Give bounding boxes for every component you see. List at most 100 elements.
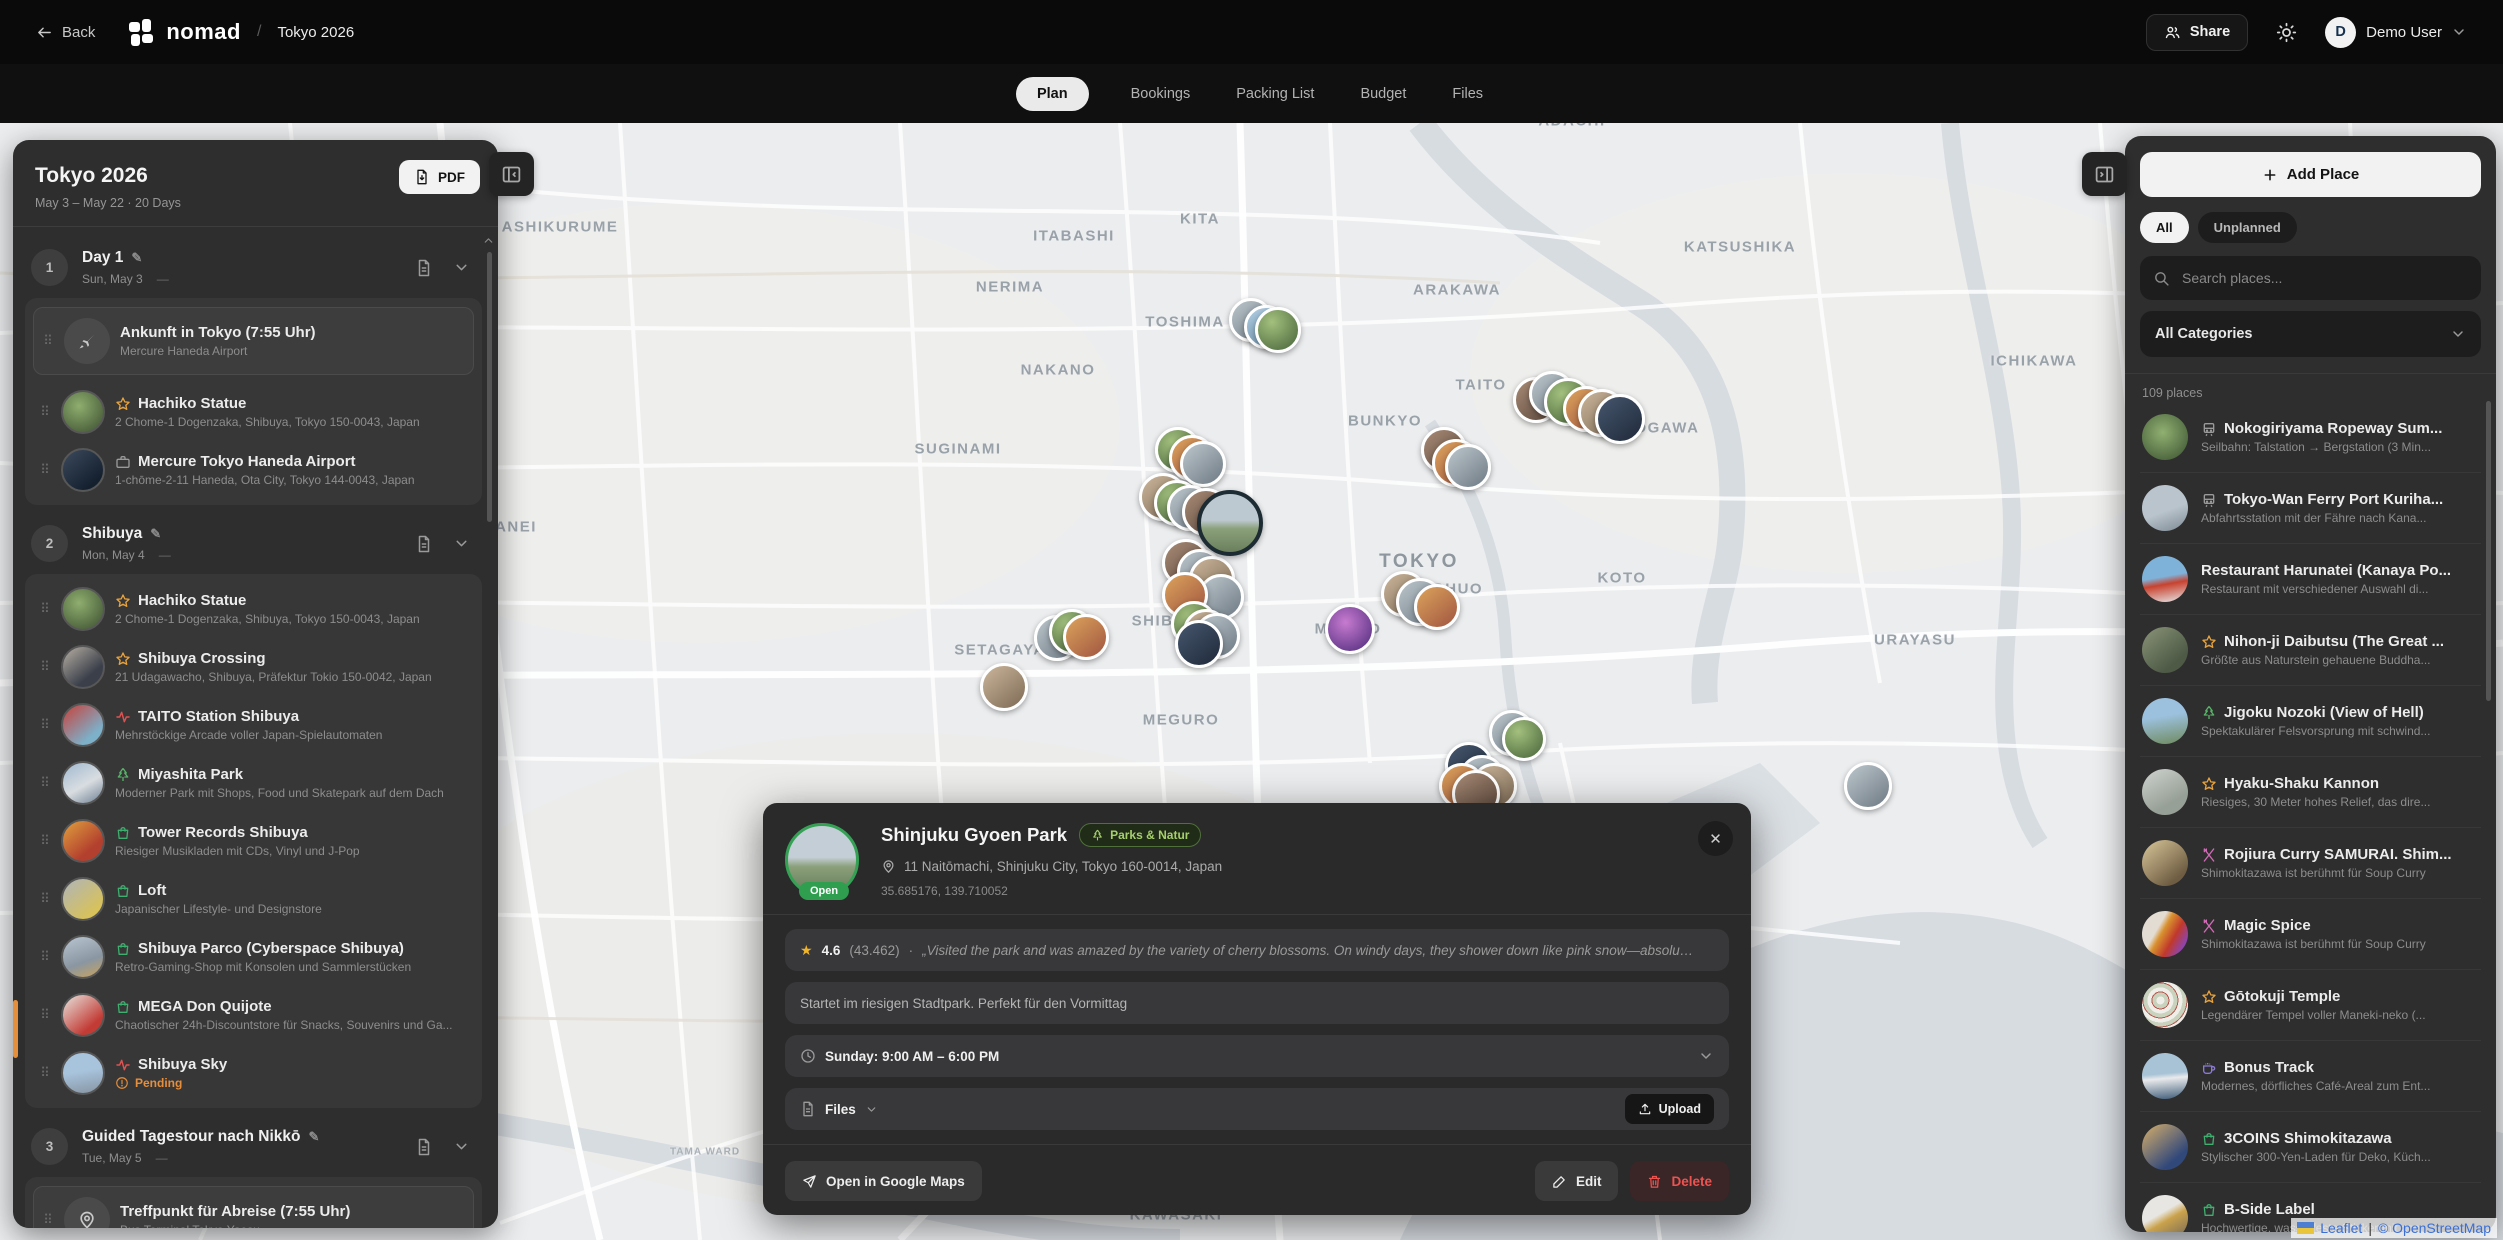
filter-unplanned[interactable]: Unplanned [2198, 212, 2297, 243]
search-box[interactable] [2140, 256, 2481, 300]
itinerary-item[interactable]: ⠿ TAITO Station Shibuya Mehrstöckige Arc… [33, 696, 474, 754]
place-subtitle: Modernes, dörfliches Café-Areal zum Ent.… [2201, 1079, 2479, 1093]
pdf-export-button[interactable]: PDF [399, 160, 480, 194]
day-notes-icon[interactable] [415, 535, 433, 553]
rating-review-bar[interactable]: ★ 4.6 (43.462) · „Visited the park and w… [785, 929, 1729, 971]
drag-handle-icon[interactable]: ⠿ [39, 1065, 51, 1081]
opening-hours-row[interactable]: Sunday: 9:00 AM – 6:00 PM [785, 1035, 1729, 1077]
drag-handle-icon[interactable]: ⠿ [39, 462, 51, 478]
tab-packing-list[interactable]: Packing List [1232, 77, 1318, 111]
map-marker[interactable] [1063, 614, 1109, 660]
place-list-item[interactable]: Rojiura Curry SAMURAI. Shim... Shimokita… [2140, 827, 2481, 898]
scroll-up-caret-icon[interactable] [482, 232, 495, 250]
chevron-down-icon[interactable] [453, 1138, 470, 1155]
itinerary-item[interactable]: ⠿ Tower Records Shibuya Riesiger Musikla… [33, 812, 474, 870]
collapse-right-panel-button[interactable] [2082, 152, 2127, 196]
drag-handle-icon[interactable]: ⠿ [39, 601, 51, 617]
drag-handle-icon[interactable]: ⠿ [39, 949, 51, 965]
left-panel-scrollbar[interactable] [487, 252, 492, 522]
itinerary-item[interactable]: ⠿ Miyashita Park Moderner Park mit Shops… [33, 754, 474, 812]
filter-all[interactable]: All [2140, 212, 2189, 243]
chevron-down-icon[interactable] [453, 535, 470, 552]
close-button[interactable]: ✕ [1698, 821, 1733, 856]
add-place-button[interactable]: Add Place [2140, 152, 2481, 197]
drag-handle-icon[interactable]: ⠿ [39, 833, 51, 849]
itinerary-item[interactable]: ⠿ Shibuya Crossing 21 Udagawacho, Shibuy… [33, 638, 474, 696]
day-header-3[interactable]: 3 Guided Tagestour nach Nikkō✎ Tue, May … [25, 1114, 482, 1177]
drag-handle-icon[interactable]: ⠿ [39, 659, 51, 675]
drag-handle-icon[interactable]: ⠿ [42, 1212, 54, 1228]
open-in-google-maps-button[interactable]: Open in Google Maps [785, 1161, 982, 1201]
itinerary-item[interactable]: ⠿ Mercure Tokyo Haneda Airport 1-chōme-2… [33, 441, 474, 499]
place-list-item[interactable]: Restaurant Harunatei (Kanaya Po... Resta… [2140, 543, 2481, 614]
files-row[interactable]: Files Upload [785, 1088, 1729, 1130]
drag-handle-icon[interactable]: ⠿ [39, 717, 51, 733]
day-notes-icon[interactable] [415, 1138, 433, 1156]
chevron-down-icon[interactable] [453, 259, 470, 276]
chevron-down-icon[interactable] [865, 1103, 878, 1116]
place-list-item[interactable]: Hyaku-Shaku Kannon Riesiges, 30 Meter ho… [2140, 756, 2481, 827]
leaflet-link[interactable]: Leaflet [2320, 1220, 2362, 1236]
drag-handle-icon[interactable]: ⠿ [39, 775, 51, 791]
day-header-1[interactable]: 1 Day 1✎ Sun, May 3— [25, 235, 482, 298]
itinerary-item[interactable]: ⠿ Hachiko Statue 2 Chome-1 Dogenzaka, Sh… [33, 580, 474, 638]
itinerary-item[interactable]: ⠿ MEGA Don Quijote Chaotischer 24h-Disco… [33, 986, 474, 1044]
map-label: ARAKAWA [1413, 282, 1501, 299]
map-marker[interactable] [1175, 620, 1223, 668]
drag-handle-icon[interactable]: ⠿ [42, 333, 54, 349]
place-list-item[interactable]: Nokogiriyama Ropeway Sum... Seilbahn: Ta… [2140, 402, 2481, 472]
itinerary-item[interactable]: ⠿ Loft Japanischer Lifestyle- und Design… [33, 870, 474, 928]
itinerary-item[interactable]: ⠿ Shibuya Parco (Cyberspace Shibuya) Ret… [33, 928, 474, 986]
tab-budget[interactable]: Budget [1356, 77, 1410, 111]
place-list-item[interactable]: Gōtokuji Temple Legendärer Tempel voller… [2140, 969, 2481, 1040]
osm-link[interactable]: © OpenStreetMap [2378, 1220, 2491, 1236]
map-marker[interactable] [1445, 444, 1491, 490]
map-marker[interactable] [1844, 762, 1892, 810]
brand-logo[interactable]: nomad [129, 19, 241, 46]
chevron-down-icon[interactable] [2451, 24, 2467, 40]
search-input[interactable] [2180, 269, 2468, 287]
map-marker[interactable] [1414, 584, 1460, 630]
avatar[interactable]: D [2325, 17, 2356, 48]
delete-button[interactable]: Delete [1630, 1161, 1729, 1201]
place-list-item[interactable]: 3COINS Shimokitazawa Stylischer 300-Yen-… [2140, 1111, 2481, 1182]
edit-day-icon[interactable]: ✎ [131, 250, 142, 266]
place-list-item[interactable]: Bonus Track Modernes, dörfliches Café-Ar… [2140, 1040, 2481, 1111]
tab-plan[interactable]: Plan [1016, 77, 1089, 111]
map-marker[interactable] [1502, 717, 1546, 761]
day-header-2[interactable]: 2 Shibuya✎ Mon, May 4— [25, 511, 482, 574]
drag-handle-icon[interactable]: ⠿ [39, 891, 51, 907]
place-list-item[interactable]: Magic Spice Shimokitazawa ist berühmt fü… [2140, 898, 2481, 969]
category-filter-dropdown[interactable]: All Categories [2140, 311, 2481, 357]
theme-toggle-button[interactable] [2276, 22, 2297, 43]
day-notes-icon[interactable] [415, 259, 433, 277]
map-marker[interactable] [1325, 604, 1375, 654]
map-marker-selected[interactable] [1197, 490, 1263, 556]
map-marker[interactable] [1595, 394, 1645, 444]
itinerary-item-meeting-point[interactable]: ⠿ Treffpunkt für Abreise (7:55 Uhr) Bus … [33, 1186, 474, 1228]
back-button[interactable]: Back [36, 24, 95, 41]
tab-files[interactable]: Files [1448, 77, 1487, 111]
map-marker[interactable] [1255, 307, 1301, 353]
note-field[interactable]: Startet im riesigen Stadtpark. Perfekt f… [785, 982, 1729, 1024]
chevron-down-icon[interactable] [1698, 1048, 1714, 1064]
place-list-item[interactable]: Nihon-ji Daibutsu (The Great ... Größte … [2140, 614, 2481, 685]
map-marker[interactable] [1180, 441, 1226, 487]
itinerary-item[interactable]: ⠿ Hachiko Statue 2 Chome-1 Dogenzaka, Sh… [33, 383, 474, 441]
map-marker[interactable] [980, 663, 1028, 711]
edit-day-icon[interactable]: ✎ [150, 526, 161, 542]
place-list-item[interactable]: Jigoku Nozoki (View of Hell) Spektakulär… [2140, 685, 2481, 756]
collapse-left-panel-button[interactable] [489, 152, 534, 196]
itinerary-item-flight[interactable]: ⠿ Ankunft in Tokyo (7:55 Uhr) Mercure Ha… [33, 307, 474, 375]
drag-handle-icon[interactable]: ⠿ [39, 1007, 51, 1023]
upload-button[interactable]: Upload [1625, 1094, 1714, 1124]
drag-handle-icon[interactable]: ⠿ [39, 404, 51, 420]
place-name: Magic Spice [2224, 917, 2311, 934]
tab-bookings[interactable]: Bookings [1127, 77, 1195, 111]
itinerary-item[interactable]: ⠿ Shibuya Sky Pending [33, 1044, 474, 1102]
share-button[interactable]: Share [2146, 14, 2248, 51]
edit-day-icon[interactable]: ✎ [308, 1129, 319, 1145]
right-panel-scrollbar[interactable] [2486, 401, 2491, 701]
place-list-item[interactable]: Tokyo-Wan Ferry Port Kuriha... Abfahrtss… [2140, 472, 2481, 543]
edit-button[interactable]: Edit [1535, 1161, 1619, 1201]
